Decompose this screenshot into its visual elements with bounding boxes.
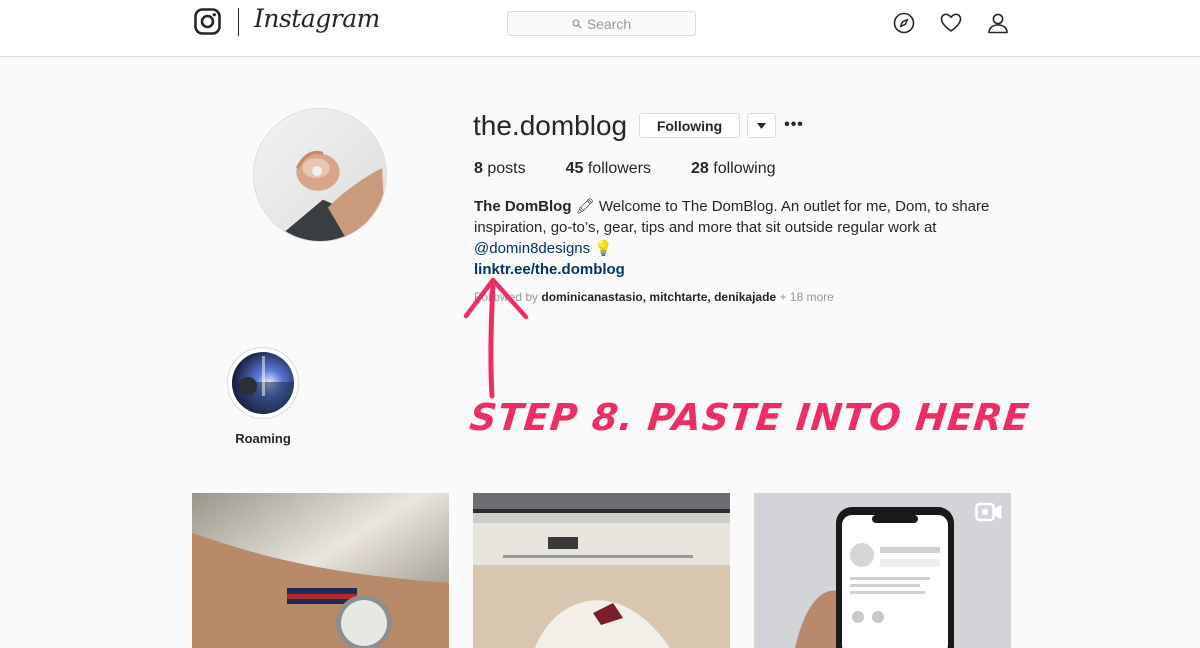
bio-website-link[interactable]: linktr.ee/the.domblog: [474, 259, 1004, 280]
crayon-emoji-icon: 🖍: [575, 198, 595, 215]
following-stat[interactable]: 28 following: [691, 160, 776, 178]
annotation-label: STEP 8. PASTE INTO HERE: [467, 396, 1032, 439]
post-thumbnail[interactable]: [192, 493, 449, 648]
highlight-label: Roaming: [235, 431, 291, 446]
following-label: following: [713, 160, 776, 177]
followers-label: followers: [587, 160, 651, 177]
bio-mention-link[interactable]: @domin8designs: [474, 240, 590, 257]
post-thumbnail[interactable]: [473, 493, 730, 648]
search-icon: [572, 18, 582, 29]
search-input[interactable]: Search: [507, 11, 696, 36]
options-more-button[interactable]: •••: [784, 115, 803, 135]
logo-divider: [238, 8, 239, 36]
posts-count: 8: [474, 160, 483, 177]
instagram-glyph-icon[interactable]: [194, 8, 221, 35]
highlight-thumbnail: [232, 352, 294, 414]
post-image-laptop: [473, 493, 730, 648]
instagram-wordmark[interactable]: Instagram: [254, 4, 380, 33]
bio-display-name: The DomBlog: [474, 198, 572, 215]
following-count: 28: [691, 160, 709, 177]
caret-down-icon: [757, 122, 766, 129]
compass-icon[interactable]: [893, 12, 915, 34]
post-image-phone: [754, 493, 1011, 648]
posts-label: posts: [487, 160, 526, 177]
followed-by-more: + 18 more: [779, 290, 834, 304]
heart-icon[interactable]: [940, 12, 962, 34]
following-button[interactable]: Following: [639, 113, 740, 138]
search-placeholder: Search: [586, 15, 632, 32]
avatar-image: [254, 109, 386, 241]
post-image-watch: [192, 493, 449, 648]
annotation-arrow-icon: [463, 277, 529, 399]
lightbulb-emoji-icon: 💡: [594, 240, 613, 257]
post-thumbnail[interactable]: [754, 493, 1011, 648]
followers-count: 45: [565, 160, 584, 177]
profile-bio: The DomBlog 🖍 Welcome to The DomBlog. An…: [474, 196, 1004, 280]
followed-by-users: dominicanastasio, mitchtarte, denikajade: [541, 290, 777, 304]
profile-username: the.domblog: [473, 110, 628, 141]
suggested-dropdown-button[interactable]: [747, 113, 776, 138]
profile-avatar[interactable]: [253, 108, 387, 242]
followers-stat[interactable]: 45 followers: [566, 160, 651, 178]
posts-stat: 8 posts: [474, 160, 526, 178]
story-highlight[interactable]: [227, 347, 299, 419]
top-navigation-bar: Instagram Search: [0, 0, 1200, 57]
profile-stats: 8 posts 45 followers 28 following: [474, 160, 816, 178]
user-icon[interactable]: [987, 12, 1009, 34]
video-camera-icon: [975, 502, 1002, 522]
